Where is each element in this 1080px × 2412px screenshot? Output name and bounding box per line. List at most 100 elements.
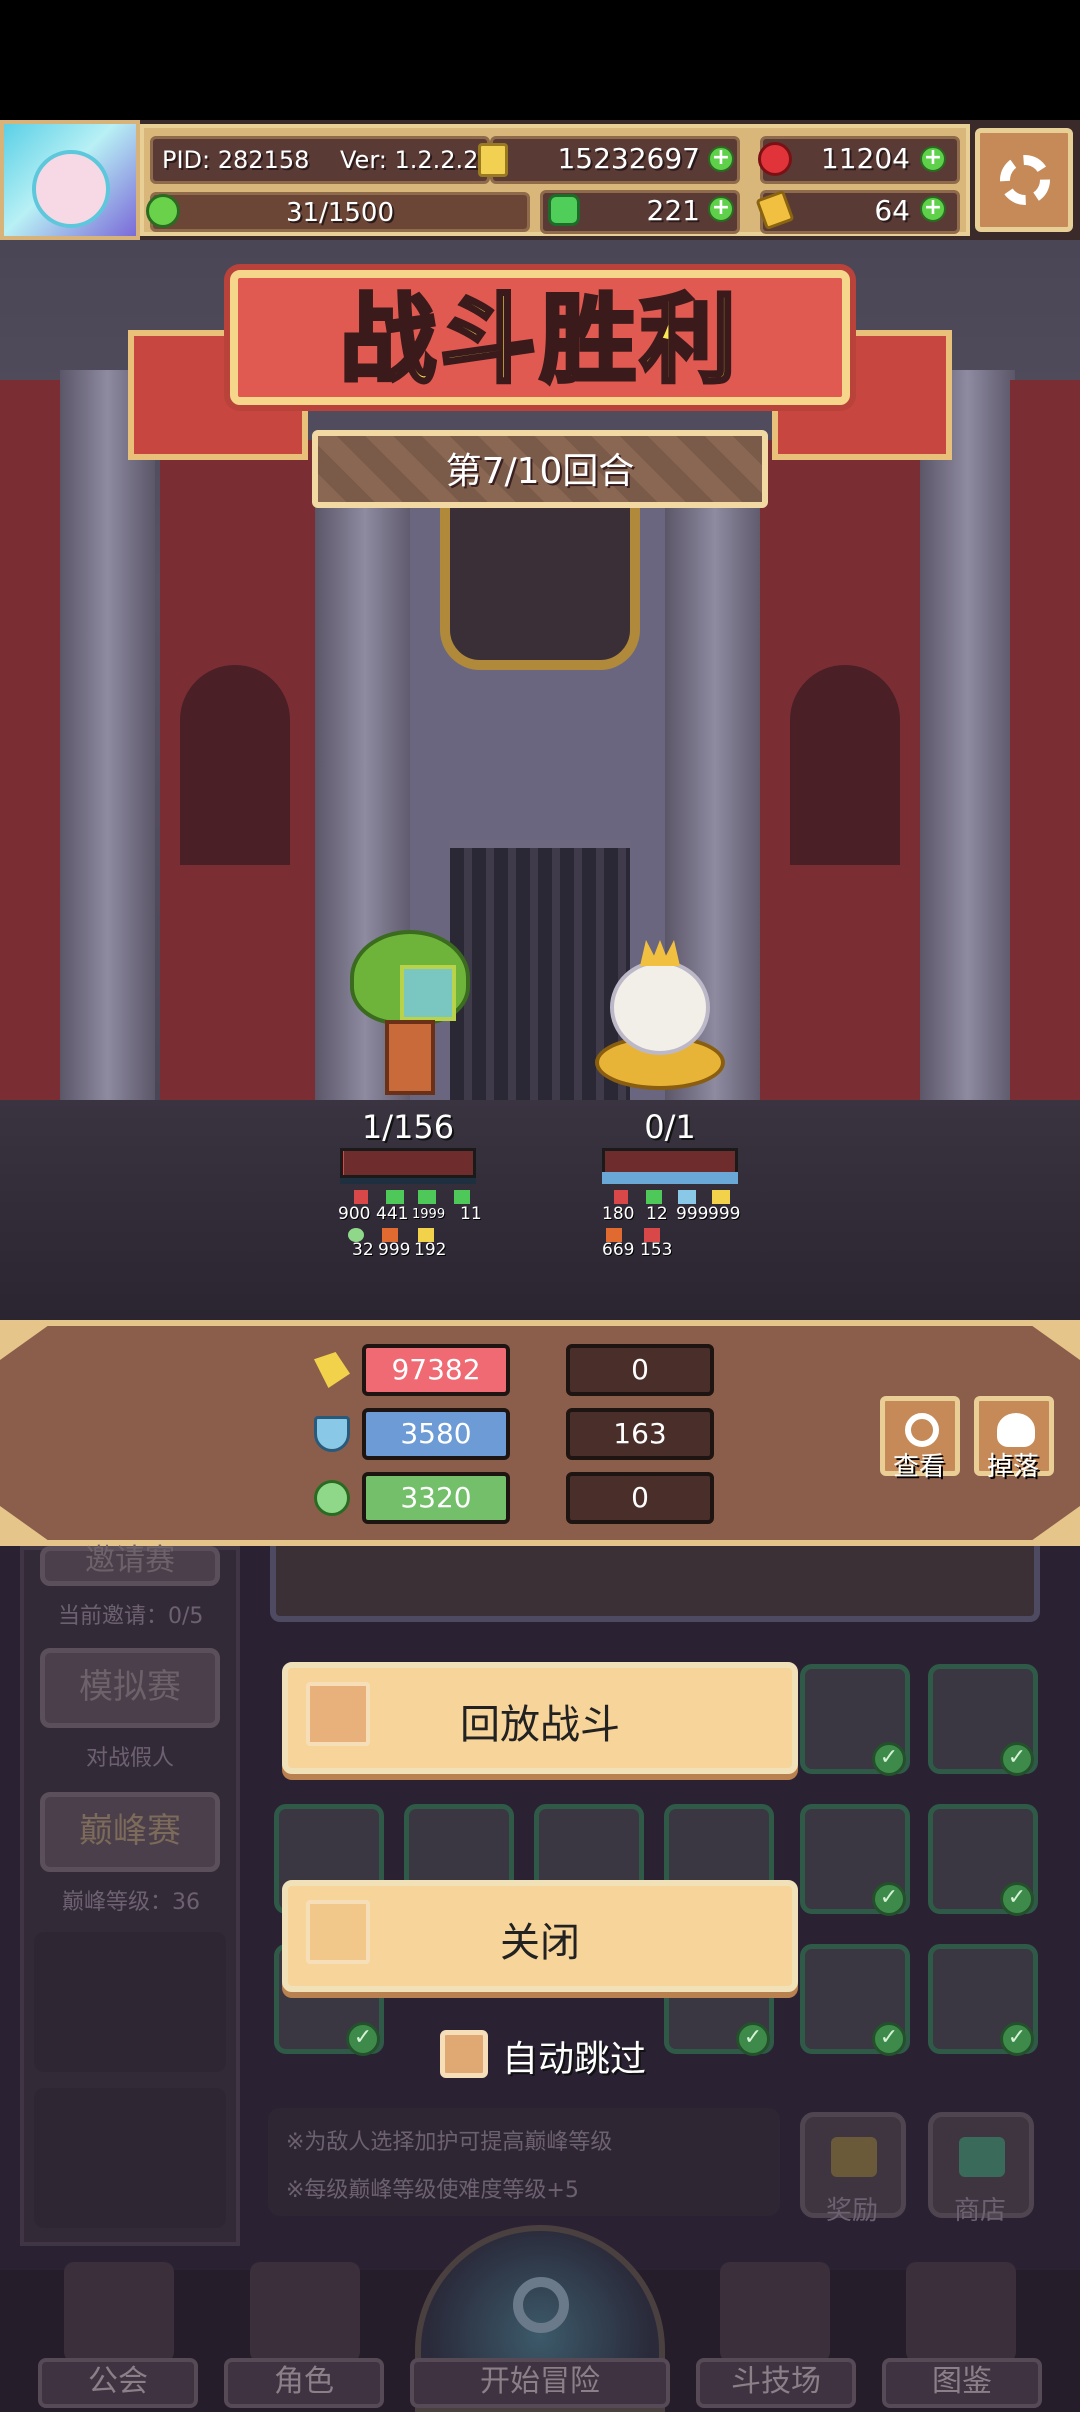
enemy-defense-value: 163 [566,1408,714,1460]
left-pillar [60,370,155,1100]
skull-icon [997,1413,1035,1447]
gear-icon [1000,155,1050,205]
ally-stat-attack: 900 [338,1204,371,1224]
right-wall [1010,380,1080,1100]
gold-coin-icon [478,143,508,177]
peak-level: 巅峰等级：36 [62,1890,200,1915]
ruby-icon [758,142,792,176]
ally-stat-crit: 441 [376,1204,409,1224]
enemy-heal-value: 0 [566,1472,714,1524]
ally-heal-value: 3320 [362,1472,510,1524]
left-alcove [180,665,290,865]
enemy-damage-value: 0 [566,1344,714,1396]
chest-icon [831,2137,877,2177]
clover-icon [548,194,580,226]
enemy-stat-attack: 180 [602,1204,635,1224]
keys-value: 64 [874,194,910,227]
enemy-shield-bar [602,1172,738,1184]
status-bar-area [0,0,1080,120]
ally-hp-bar [340,1148,476,1178]
lifesteal-stat-icon [454,1190,470,1204]
ally-stat-thorns: 192 [414,1240,447,1260]
enemy-stat-speed: 999 [676,1204,709,1224]
enemy-queen-sprite [585,940,735,1095]
player-avatar[interactable] [0,120,140,240]
check-icon: ✓ [872,1742,906,1776]
replay-battle-label: 回放战斗 [460,1702,620,1748]
empty-slot-2 [34,2088,226,2228]
drops-label: 掉落 [986,1452,1039,1482]
avatar-face [32,150,110,228]
hint-line-2: ※每级巅峰等级使难度等级+5 [286,2178,579,2203]
check-icon: ✓ [736,2022,770,2056]
check-icon: ✓ [1000,1742,1034,1776]
check-icon: ✓ [1000,2022,1034,2056]
invite-status: 当前邀请：0/5 [58,1604,204,1629]
version-text: Ver: 1.2.2.2 [340,146,479,174]
nav-arena[interactable]: 斗技场 [696,2358,856,2408]
attack-stat-icon [354,1190,368,1204]
right-pillar [920,370,1015,1100]
close-button[interactable]: 关闭 [282,1880,798,1992]
invite-match-button[interactable]: 邀请赛 [40,1546,220,1586]
shop-label: 商店 [954,2196,1007,2226]
defense-shield-icon [314,1416,350,1452]
check-icon: ✓ [872,2022,906,2056]
add-keys-icon[interactable]: + [920,196,946,222]
check-icon: ✓ [872,1882,906,1916]
arena-icon [720,2262,830,2362]
enemy-gold-icon [712,1190,730,1204]
view-label: 查看 [892,1452,945,1482]
clover-value: 221 [646,194,700,227]
add-gems-icon[interactable]: + [920,146,946,172]
heal-icon [314,1480,350,1516]
round-text: 第7/10回合 [445,451,635,492]
auto-skip-checkbox[interactable] [440,2030,488,2078]
empty-slot-1 [34,1932,226,2072]
pid-text: PID: 282158 [162,146,310,174]
add-clover-icon[interactable]: + [708,196,734,222]
enemy-speed-icon [678,1190,696,1204]
settings-button[interactable] [975,128,1073,232]
nav-start-adventure[interactable]: 开始冒险 [410,2358,670,2408]
enemy-stat-burn: 669 [602,1240,635,1260]
reward-label: 奖励 [826,2196,879,2226]
energy-value: 31/1500 [285,198,394,228]
guild-icon [64,2262,174,2362]
codex-icon [906,2262,1016,2362]
speed-stat-icon [418,1190,436,1204]
hint-line-1: ※为敌人选择加护可提高巅峰等级 [286,2130,613,2155]
ally-hp-text: 1/156 [361,1108,455,1146]
enemy-stat-gold: 999 [708,1204,741,1224]
crit-stat-icon [386,1190,404,1204]
peak-match-button[interactable]: 巅峰赛 [40,1792,220,1872]
shop-icon [959,2137,1005,2177]
magnifier-icon [905,1413,939,1447]
nav-codex[interactable]: 图鉴 [882,2358,1042,2408]
ally-stat-lifesteal: 11 [460,1204,482,1224]
ally-shield-bar [340,1178,476,1184]
ally-damage-value: 97382 [362,1344,510,1396]
enemy-attack-icon [614,1190,628,1204]
ally-stat-speed: 1999 [412,1207,446,1222]
gems-value: 11204 [820,142,910,175]
auto-skip-label: 自动跳过 [502,2039,647,2080]
replay-battle-button[interactable]: 回放战斗 [282,1662,798,1774]
enemy-stat-poison: 153 [640,1240,673,1260]
enemy-stat-lifesteal: 12 [646,1204,668,1224]
check-icon: ✓ [1000,1882,1034,1916]
simulation-match-button[interactable]: 模拟赛 [40,1648,220,1728]
enemy-hp-text: 0/1 [644,1108,696,1146]
ally-stat-burn: 999 [378,1240,411,1260]
add-gold-icon[interactable]: + [708,146,734,172]
check-icon: ✓ [346,2022,380,2056]
enemy-lifesteal-icon [646,1190,662,1204]
nav-character[interactable]: 角色 [224,2358,384,2408]
simulation-subtitle: 对战假人 [86,1746,175,1771]
right-alcove [790,665,900,865]
victory-title: 战斗胜利 [338,282,740,398]
ally-defense-value: 3580 [362,1408,510,1460]
ground [0,1100,1080,1320]
nav-guild[interactable]: 公会 [38,2358,198,2408]
character-icon [250,2262,360,2362]
